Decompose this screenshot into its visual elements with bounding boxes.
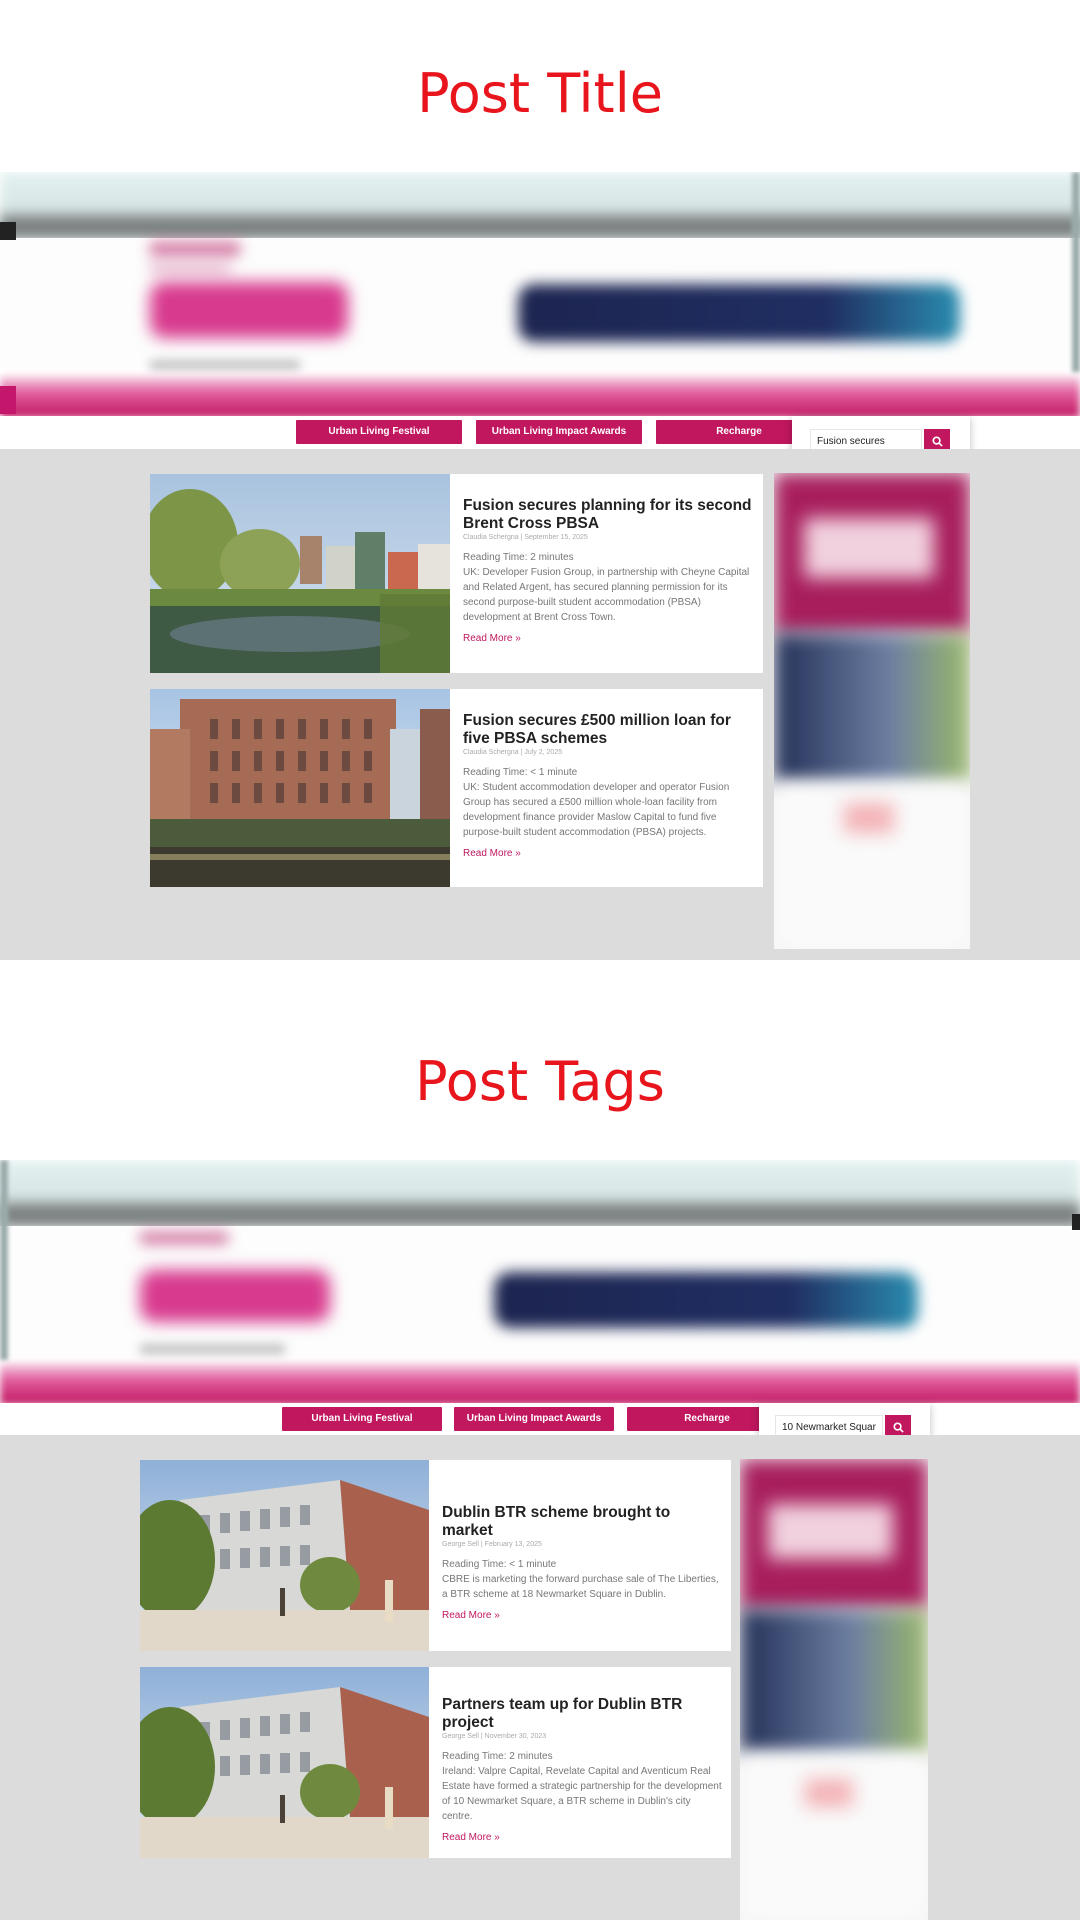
read-more-link[interactable]: Read More » [442, 1832, 500, 1843]
site-logo [140, 1270, 330, 1322]
search-icon [931, 435, 943, 447]
post-image[interactable] [140, 1460, 429, 1651]
site-header-blurred [0, 1160, 1080, 1403]
post-title[interactable]: Partners team up for Dublin BTR project [442, 1696, 724, 1732]
reading-time: Reading Time: < 1 minute [442, 1559, 557, 1570]
post-excerpt: CBRE is marketing the forward purchase s… [442, 1574, 719, 1600]
site-header-blurred [0, 172, 1080, 416]
section-heading: Post Title [417, 62, 663, 125]
sidebar-ads-blurred [740, 1459, 928, 1920]
post-card[interactable]: Partners team up for Dublin BTR project … [140, 1667, 731, 1858]
nav-urban-living-impact-awards[interactable]: Urban Living Impact Awards [454, 1407, 614, 1431]
header-banner-ad [518, 284, 960, 342]
posts-area: Fusion secures planning for its second B… [0, 449, 1080, 960]
post-excerpt: Ireland: Valpre Capital, Revelate Capita… [442, 1766, 722, 1822]
post-excerpt: UK: Student accommodation developer and … [463, 782, 730, 838]
post-excerpt: UK: Developer Fusion Group, in partnersh… [463, 567, 750, 623]
posts-area: Dublin BTR scheme brought to market Geor… [0, 1435, 1080, 1920]
post-title[interactable]: Dublin BTR scheme brought to market [442, 1504, 724, 1540]
post-meta: Claudia Schergna | July 2, 2025 [463, 749, 563, 756]
read-more-link[interactable]: Read More » [463, 848, 521, 859]
nav-urban-living-festival[interactable]: Urban Living Festival [282, 1407, 442, 1431]
post-image[interactable] [150, 474, 450, 673]
nav-urban-living-impact-awards[interactable]: Urban Living Impact Awards [476, 420, 642, 444]
search-icon [892, 1421, 904, 1433]
post-meta: George Sell | November 30, 2023 [442, 1733, 547, 1740]
post-title-section: Post Title Urban Living Festival Urban L… [0, 0, 1080, 960]
nav-urban-living-festival[interactable]: Urban Living Festival [296, 420, 462, 444]
read-more-link[interactable]: Read More » [463, 633, 521, 644]
site-logo [150, 282, 348, 338]
post-meta: George Sell | February 13, 2025 [442, 1541, 542, 1548]
reading-time: Reading Time: 2 minutes [463, 552, 574, 563]
sidebar-ads-blurred [774, 473, 970, 949]
post-card[interactable]: Fusion secures planning for its second B… [150, 474, 763, 673]
post-card[interactable]: Fusion secures £500 million loan for fiv… [150, 689, 763, 887]
post-title[interactable]: Fusion secures £500 million loan for fiv… [463, 712, 753, 748]
post-meta: Claudia Schergna | September 15, 2025 [463, 534, 588, 541]
post-tags-section: Post Tags Urban Living Festival Urban Li… [0, 960, 1080, 1920]
read-more-link[interactable]: Read More » [442, 1610, 500, 1621]
section-heading: Post Tags [415, 1050, 665, 1113]
reading-time: Reading Time: 2 minutes [442, 1751, 553, 1762]
header-banner-ad [494, 1272, 918, 1328]
post-title[interactable]: Fusion secures planning for its second B… [463, 497, 753, 533]
reading-time: Reading Time: < 1 minute [463, 767, 578, 778]
post-image[interactable] [150, 689, 450, 887]
post-card[interactable]: Dublin BTR scheme brought to market Geor… [140, 1460, 731, 1651]
post-image[interactable] [140, 1667, 429, 1858]
